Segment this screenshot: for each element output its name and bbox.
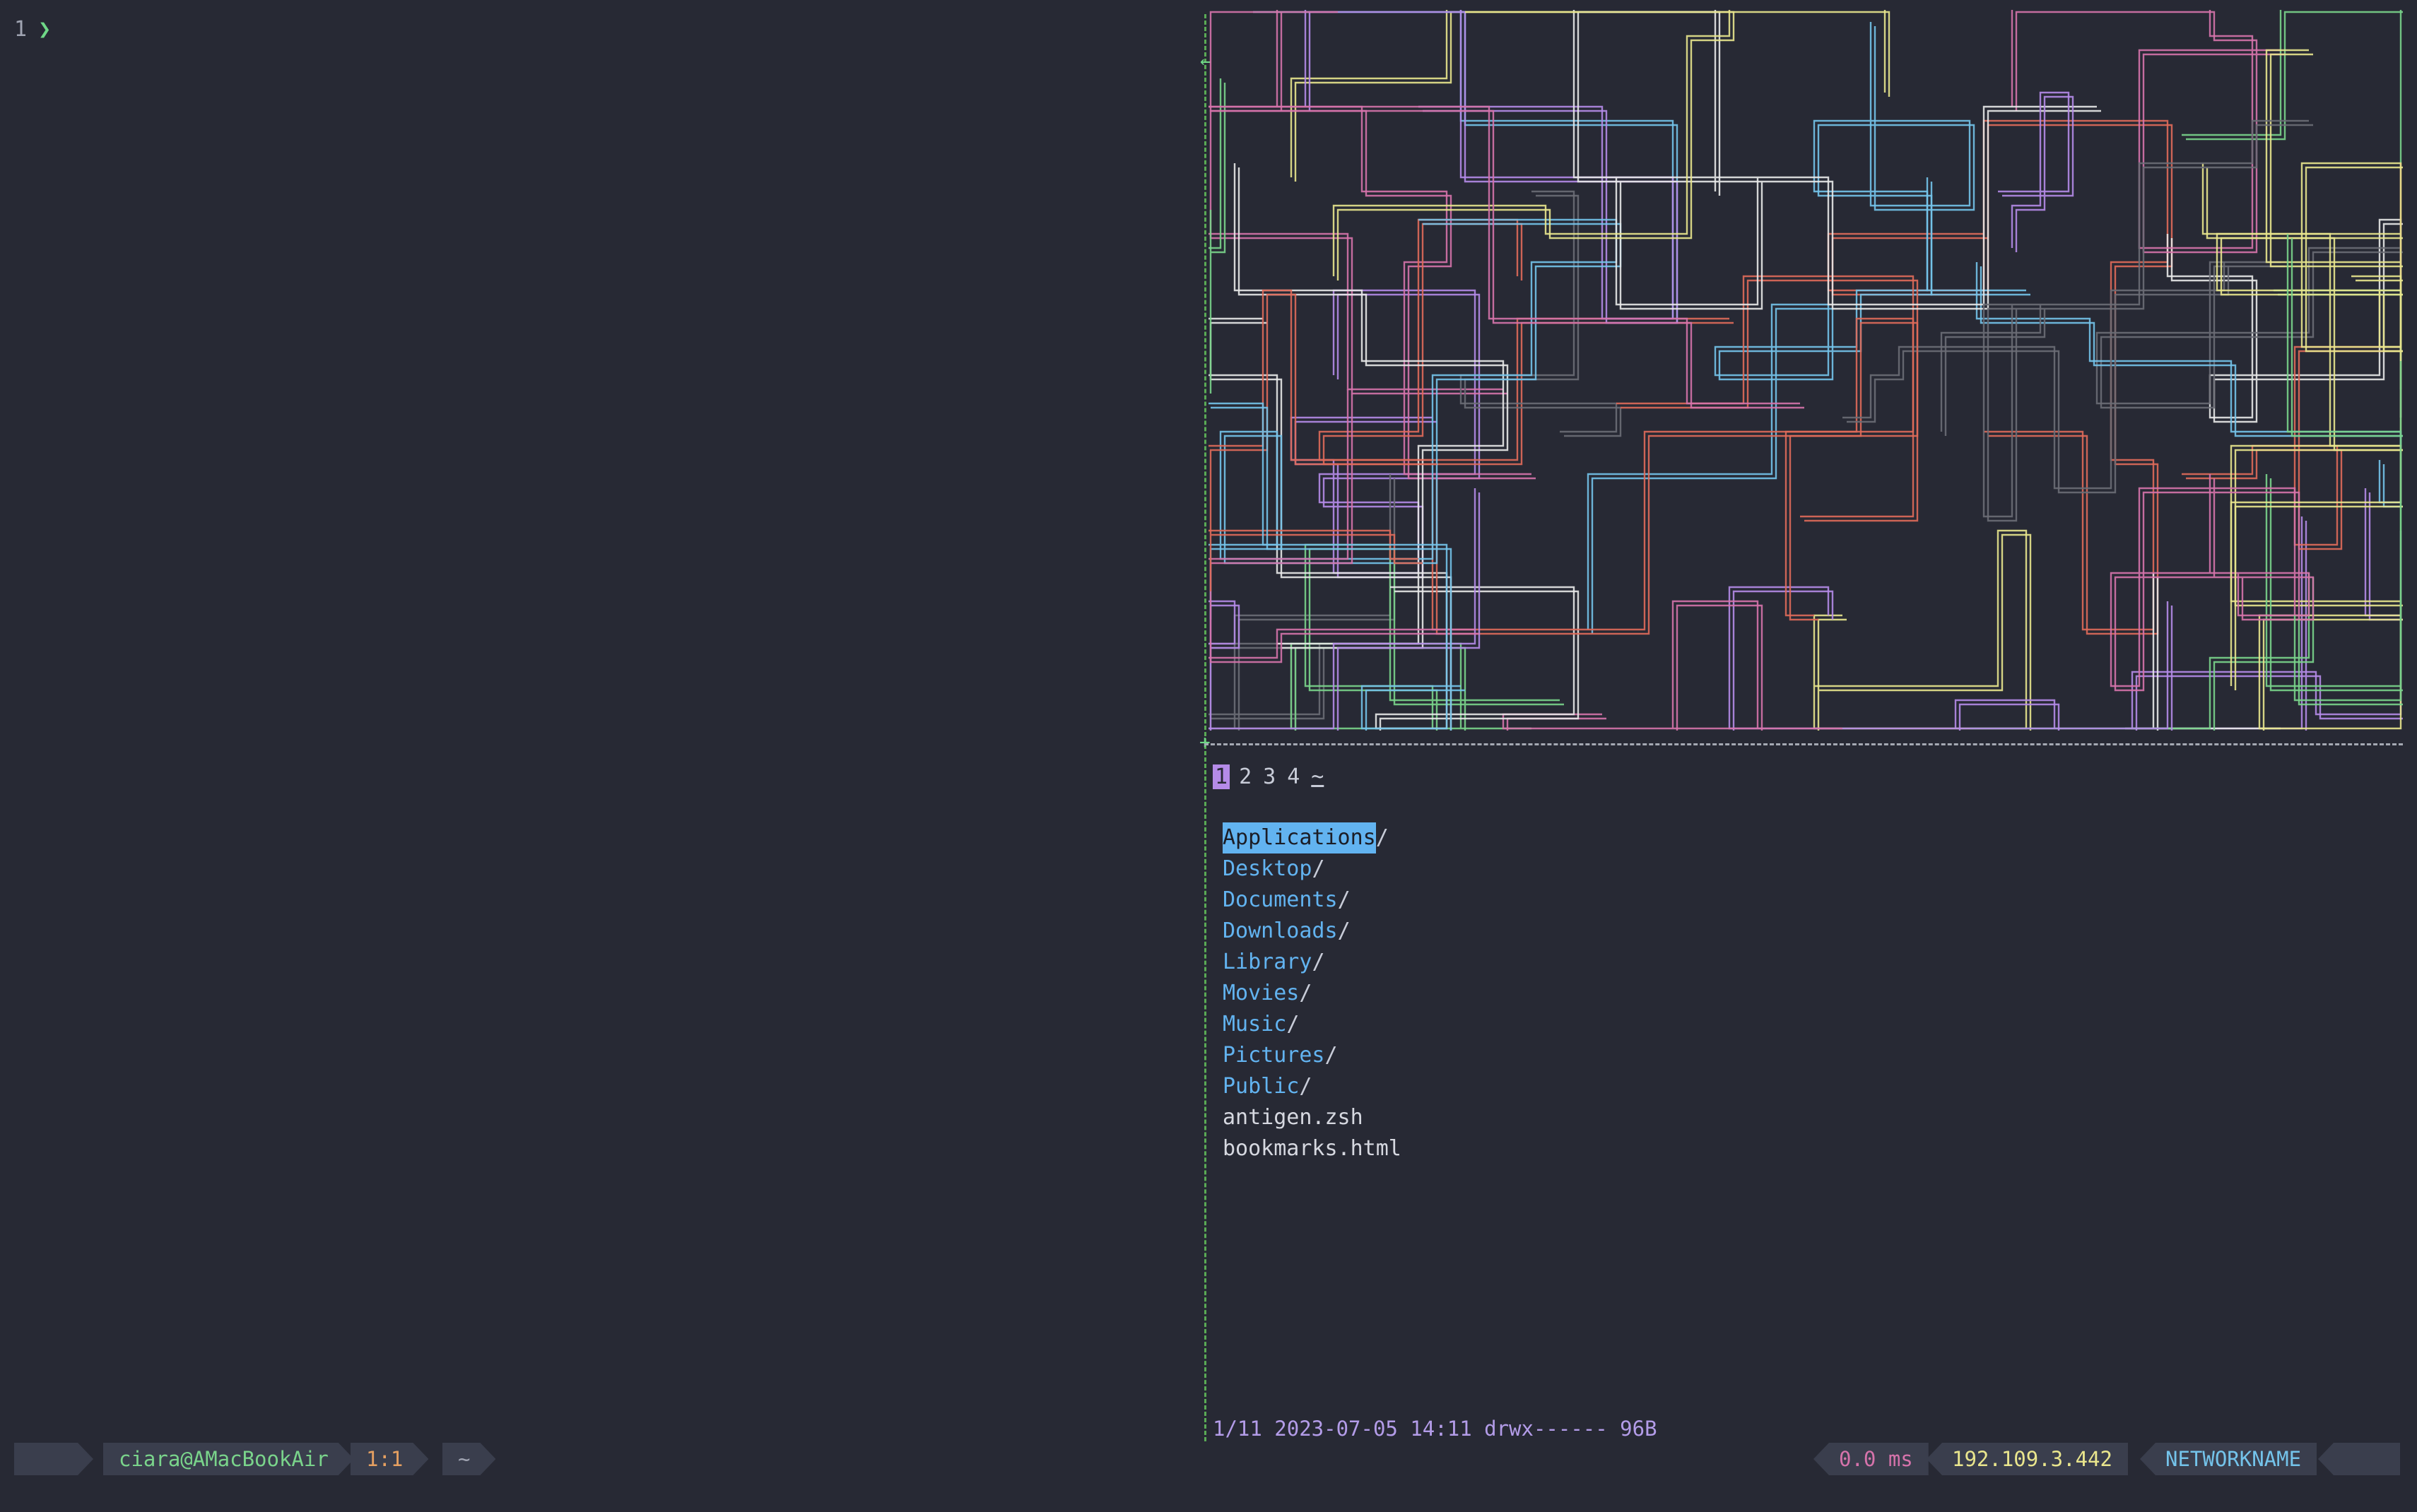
browser-tab-4[interactable]: 4 bbox=[1285, 764, 1302, 789]
pipe-segment bbox=[1998, 91, 2070, 248]
pipe-segment bbox=[1728, 586, 2169, 730]
pipe-segment bbox=[2011, 10, 2281, 249]
shell-pane-left[interactable]: 1 ❯ bbox=[0, 0, 1201, 1434]
entry-suffix: / bbox=[1312, 950, 1325, 974]
pipe-segment bbox=[2125, 573, 2281, 730]
latency-label: 0.0 ms bbox=[1839, 1447, 1913, 1471]
ip-address-label: 192.109.3.442 bbox=[1952, 1447, 2112, 1471]
status-segment-position: 1:1 bbox=[351, 1443, 428, 1475]
cursor-position-label: 1:1 bbox=[366, 1447, 404, 1471]
browser-tab-home[interactable]: ~ bbox=[1309, 764, 1326, 789]
entry-suffix: / bbox=[1337, 887, 1351, 912]
pipes-animation-art bbox=[1208, 10, 2403, 731]
terminal-window: 1 ❯ ← + 1 2 3 4 ~ Applications / Desktop / Docum… bbox=[0, 0, 2417, 1512]
user-host-label: ciara@AMacBookAir bbox=[119, 1447, 329, 1471]
entry-suffix: / bbox=[1312, 856, 1325, 881]
cwd-label: ~ bbox=[458, 1447, 471, 1471]
status-segment-latency: 0.0 ms bbox=[1813, 1443, 1929, 1475]
entry-name: Movies bbox=[1223, 981, 1300, 1005]
entry-suffix: / bbox=[1299, 981, 1312, 1005]
pipe-segment bbox=[1813, 22, 2026, 292]
entry-name: Documents bbox=[1223, 887, 1338, 912]
pipe-segment bbox=[1842, 262, 2225, 490]
pipe-segment bbox=[1318, 218, 1729, 461]
pipe-segment bbox=[1813, 529, 2028, 730]
entry-suffix: / bbox=[1286, 1012, 1300, 1036]
directory-entry[interactable]: Desktop / bbox=[1223, 854, 1401, 885]
entry-name: antigen.zsh bbox=[1223, 1105, 1363, 1130]
pipe-segment bbox=[1506, 604, 1763, 731]
pipe-segment bbox=[1817, 26, 2030, 296]
pipe-segment bbox=[1294, 548, 1564, 731]
pipe-segment bbox=[1621, 279, 1919, 621]
pipe-segment bbox=[1294, 11, 1890, 182]
line-number: 1 bbox=[14, 17, 28, 42]
browser-tab-3[interactable]: 3 bbox=[1261, 764, 1278, 789]
directory-entry[interactable]: Library / bbox=[1223, 947, 1401, 978]
status-segment-ip: 192.109.3.442 bbox=[1927, 1443, 2128, 1475]
divider-junction-icon: + bbox=[1199, 732, 1211, 753]
directory-entry[interactable]: Pictures / bbox=[1223, 1040, 1401, 1071]
pipe-segment bbox=[2015, 11, 2285, 254]
pipe-segment bbox=[2206, 53, 2403, 353]
pipe-segment bbox=[2166, 218, 2402, 419]
status-segment-user: ciara@AMacBookAir bbox=[103, 1443, 354, 1475]
pipe-segment bbox=[1290, 10, 1886, 177]
pipe-segment bbox=[2220, 237, 2403, 690]
directory-entry[interactable]: Downloads / bbox=[1223, 916, 1401, 947]
directory-entry[interactable]: Movies / bbox=[1223, 978, 1401, 1009]
pipe-segment bbox=[1209, 394, 1479, 663]
pipe-segment bbox=[2234, 279, 2403, 731]
pipe-segment bbox=[1209, 492, 1481, 731]
directory-entry[interactable]: Public / bbox=[1223, 1071, 1401, 1102]
directory-entry[interactable]: Documents / bbox=[1223, 885, 1401, 916]
file-status-line: 1/11 2023-07-05 14:11 drwx------ 96B bbox=[1213, 1417, 1657, 1441]
prompt-status-bar: ciara@AMacBookAir 1:1 ~ 0.0 ms 192.109.3… bbox=[0, 1441, 2417, 1477]
pipe-segment bbox=[1980, 266, 2403, 508]
entry-name: Library bbox=[1223, 950, 1312, 974]
file-list: Applications / Desktop / Documents / Downloads… bbox=[1223, 822, 1401, 1164]
entry-name: bookmarks.html bbox=[1223, 1136, 1401, 1161]
prompt-line[interactable]: 1 ❯ bbox=[14, 16, 51, 44]
entry-name: Music bbox=[1223, 1012, 1287, 1036]
entry-name: Applications bbox=[1223, 822, 1376, 854]
pipe-segment bbox=[1572, 10, 2097, 306]
status-segment-network: NETWORKNAME bbox=[2140, 1443, 2317, 1475]
pipe-segment bbox=[1732, 590, 2173, 731]
directory-entry[interactable]: Applications / bbox=[1223, 822, 1401, 854]
network-name-label: NETWORKNAME bbox=[2165, 1447, 2302, 1471]
file-entry[interactable]: bookmarks.html bbox=[1223, 1133, 1401, 1164]
pipe-segment bbox=[1336, 11, 1735, 280]
entry-suffix: / bbox=[1299, 1074, 1312, 1099]
pipe-segment bbox=[1208, 289, 1433, 560]
status-segment-cwd: ~ bbox=[442, 1443, 495, 1475]
entry-name: Downloads bbox=[1223, 919, 1338, 943]
pipe-segment bbox=[1332, 10, 1731, 276]
pipe-segment bbox=[2201, 49, 2402, 361]
browser-tab-1[interactable]: 1 bbox=[1213, 764, 1230, 789]
prompt-chevron-icon: ❯ bbox=[38, 17, 52, 42]
entry-name: Desktop bbox=[1223, 856, 1312, 881]
entry-suffix: / bbox=[1337, 919, 1351, 943]
browser-tab-2[interactable]: 2 bbox=[1237, 764, 1254, 789]
entry-suffix: / bbox=[1324, 1043, 1338, 1068]
entry-suffix: / bbox=[1375, 825, 1389, 850]
status-segment-blank-left bbox=[14, 1443, 93, 1475]
pipe-segment bbox=[1847, 266, 2230, 494]
pipe-segment bbox=[1577, 11, 2101, 310]
pipe-segment bbox=[1208, 488, 1476, 730]
pipe-segment bbox=[2135, 492, 2403, 731]
entry-name: Public bbox=[1223, 1074, 1300, 1099]
pane-divider-vertical[interactable] bbox=[1204, 14, 1206, 1441]
browser-tab-bar: 1 2 3 4 ~ bbox=[1213, 760, 1326, 793]
pipe-segment bbox=[1459, 190, 1618, 433]
directory-entry[interactable]: Music / bbox=[1223, 1009, 1401, 1040]
pane-divider-horizontal[interactable] bbox=[1204, 743, 2403, 745]
file-entry[interactable]: antigen.zsh bbox=[1223, 1102, 1401, 1133]
pipe-segment bbox=[1208, 10, 1800, 405]
pipe-segment bbox=[1208, 389, 1475, 659]
status-segment-blank-right bbox=[2318, 1443, 2400, 1475]
entry-name: Pictures bbox=[1223, 1043, 1325, 1068]
pipe-segment bbox=[1616, 275, 1915, 617]
